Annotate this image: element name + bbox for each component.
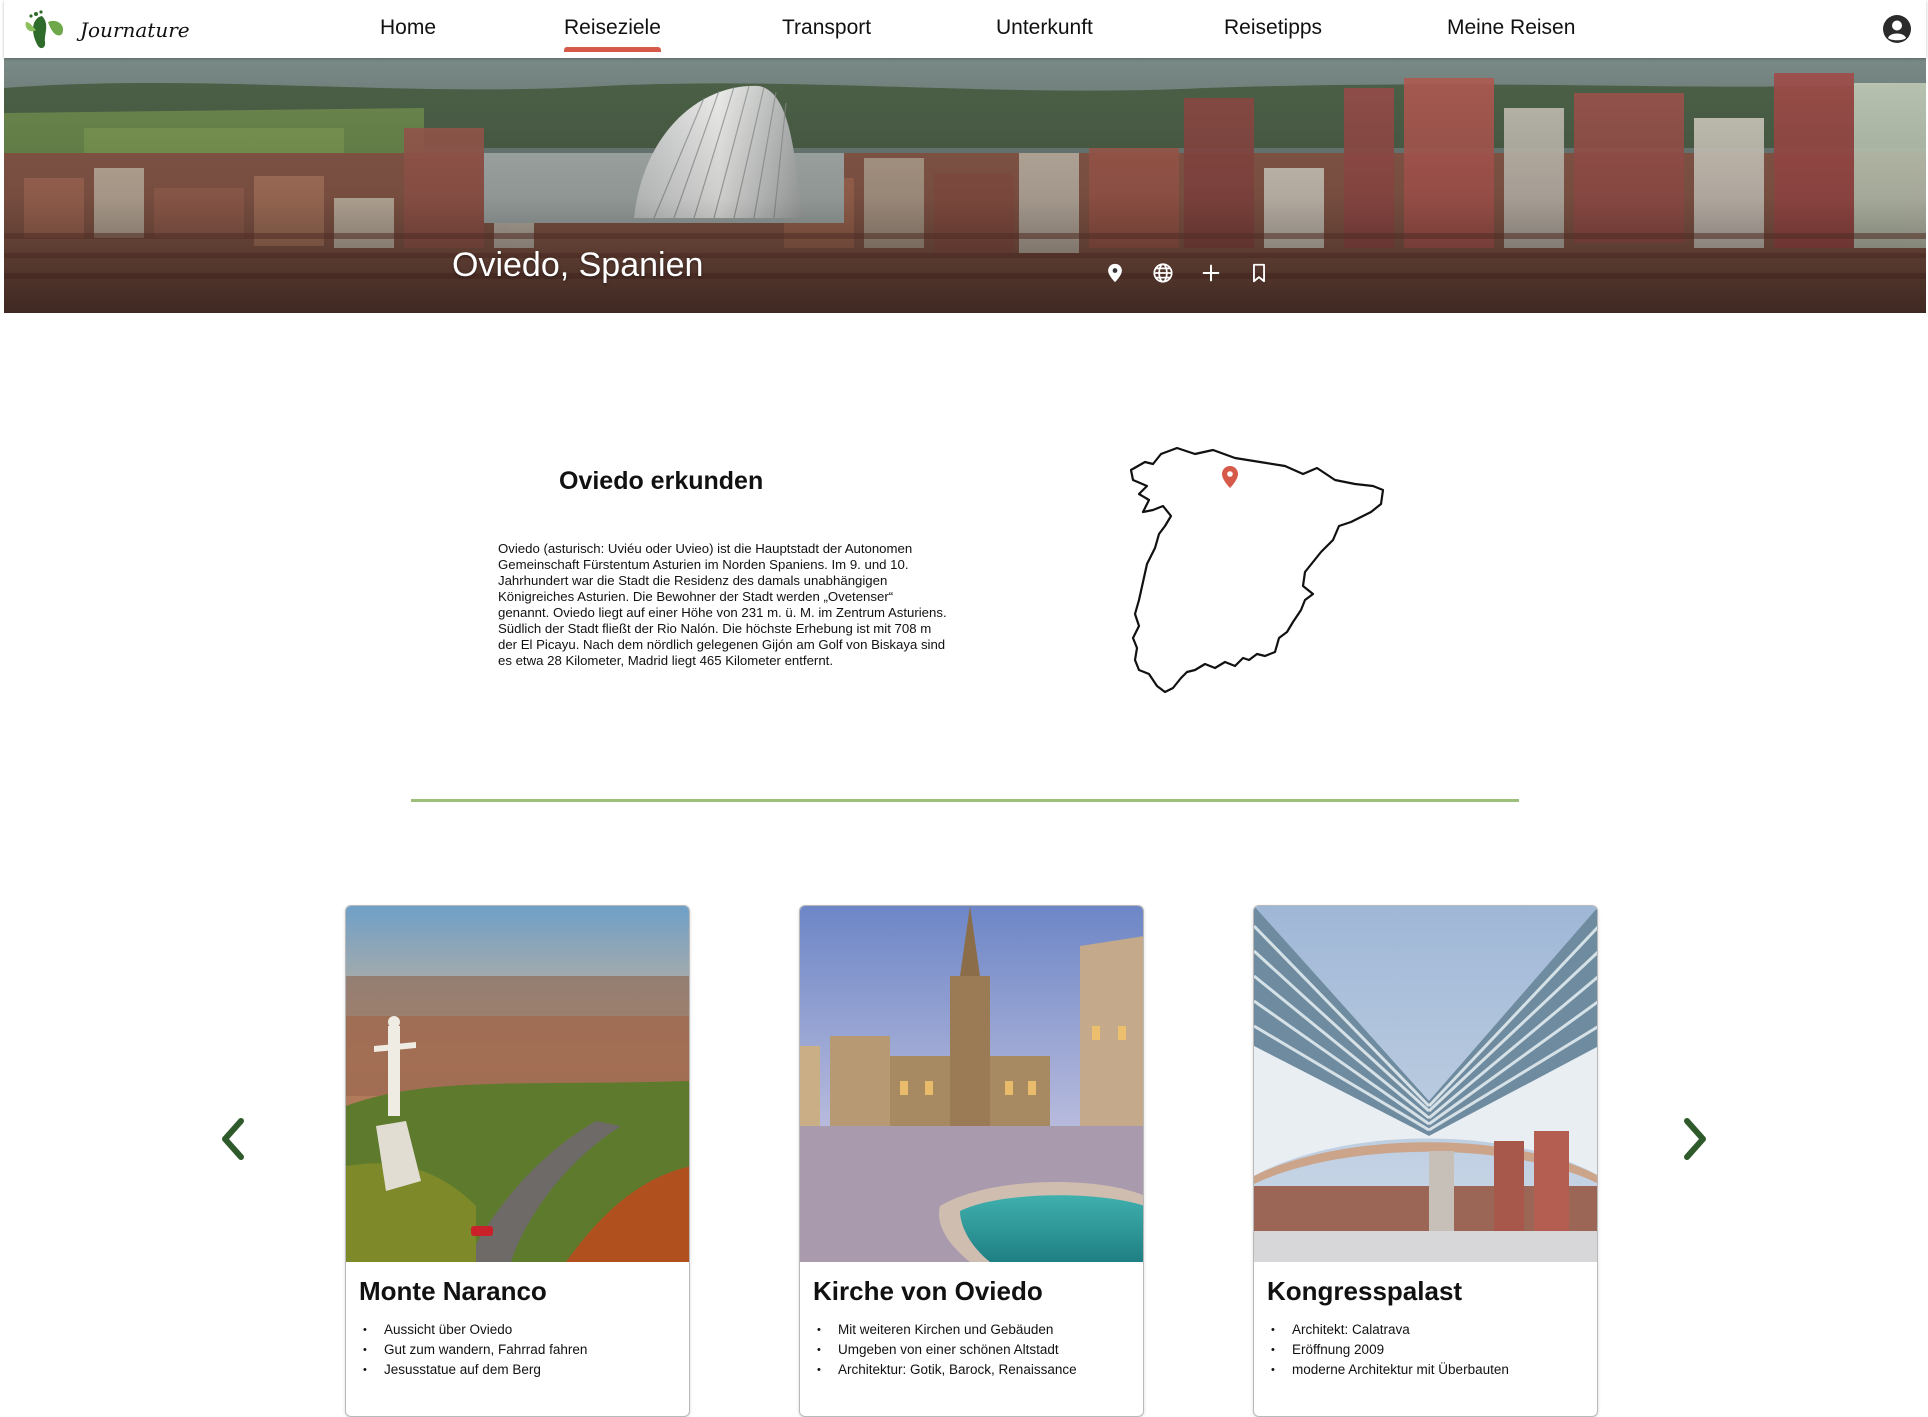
bookmark-icon[interactable] — [1248, 262, 1270, 284]
attraction-card-kongresspalast[interactable]: Kongresspalast Architekt: Calatrava Eröf… — [1253, 905, 1598, 1417]
brand-name: Journature — [80, 18, 190, 42]
list-item: Umgeben von einer schönen Altstadt — [813, 1340, 1077, 1360]
top-navigation: Journature Home Reiseziele Transport Unt… — [4, 0, 1926, 58]
nav-unterkunft[interactable]: Unterkunft — [996, 16, 1093, 40]
hero-actions — [1104, 262, 1270, 284]
section-divider — [411, 799, 1519, 802]
location-pin-icon[interactable] — [1104, 262, 1126, 284]
card-title: Monte Naranco — [359, 1276, 547, 1306]
city-description: Oviedo (asturisch: Uviéu oder Uvieo) ist… — [498, 541, 947, 668]
section-title: Oviedo erkunden — [559, 467, 764, 495]
attraction-card-kirche-von-oviedo[interactable]: Kirche von Oviedo Mit weiteren Kirchen u… — [799, 905, 1144, 1417]
nav-meine-reisen[interactable]: Meine Reisen — [1447, 16, 1575, 40]
user-circle-icon[interactable] — [1882, 14, 1912, 44]
nav-home[interactable]: Home — [380, 16, 436, 40]
list-item: moderne Architektur mit Überbauten — [1267, 1360, 1509, 1380]
page-title: Oviedo, Spanien — [452, 246, 704, 284]
nav-reisetipps[interactable]: Reisetipps — [1224, 16, 1322, 40]
list-item: Architektur: Gotik, Barock, Renaissance — [813, 1360, 1077, 1380]
globe-icon[interactable] — [1152, 262, 1174, 284]
city-panorama-image — [4, 58, 1926, 313]
card-bullets: Aussicht über Oviedo Gut zum wandern, Fa… — [359, 1320, 587, 1380]
footprint-leaf-logo-icon — [25, 10, 64, 49]
cathedral-photo — [800, 906, 1143, 1262]
attraction-card-monte-naranco[interactable]: Monte Naranco Aussicht über Oviedo Gut z… — [345, 905, 690, 1417]
monte-naranco-photo — [346, 906, 689, 1262]
list-item: Eröffnung 2009 — [1267, 1340, 1509, 1360]
congress-palace-photo — [1254, 906, 1597, 1262]
plus-icon[interactable] — [1200, 262, 1222, 284]
nav-transport[interactable]: Transport — [782, 16, 871, 40]
card-title: Kirche von Oviedo — [813, 1276, 1043, 1306]
list-item: Architekt: Calatrava — [1267, 1320, 1509, 1340]
list-item: Jesusstatue auf dem Berg — [359, 1360, 587, 1380]
hero-banner: Oviedo, Spanien — [4, 58, 1926, 313]
list-item: Gut zum wandern, Fahrrad fahren — [359, 1340, 587, 1360]
chevron-left-icon[interactable] — [215, 1115, 249, 1163]
brand-logo[interactable]: Journature — [22, 8, 190, 52]
chevron-right-icon[interactable] — [1679, 1115, 1713, 1163]
list-item: Aussicht über Oviedo — [359, 1320, 587, 1340]
spain-outline-map[interactable] — [1125, 440, 1435, 700]
card-bullets: Mit weiteren Kirchen und Gebäuden Umgebe… — [813, 1320, 1077, 1380]
card-bullets: Architekt: Calatrava Eröffnung 2009 mode… — [1267, 1320, 1509, 1380]
card-title: Kongresspalast — [1267, 1276, 1463, 1306]
nav-reiseziele[interactable]: Reiseziele — [564, 16, 661, 52]
location-marker-icon — [1222, 466, 1238, 488]
list-item: Mit weiteren Kirchen und Gebäuden — [813, 1320, 1077, 1340]
